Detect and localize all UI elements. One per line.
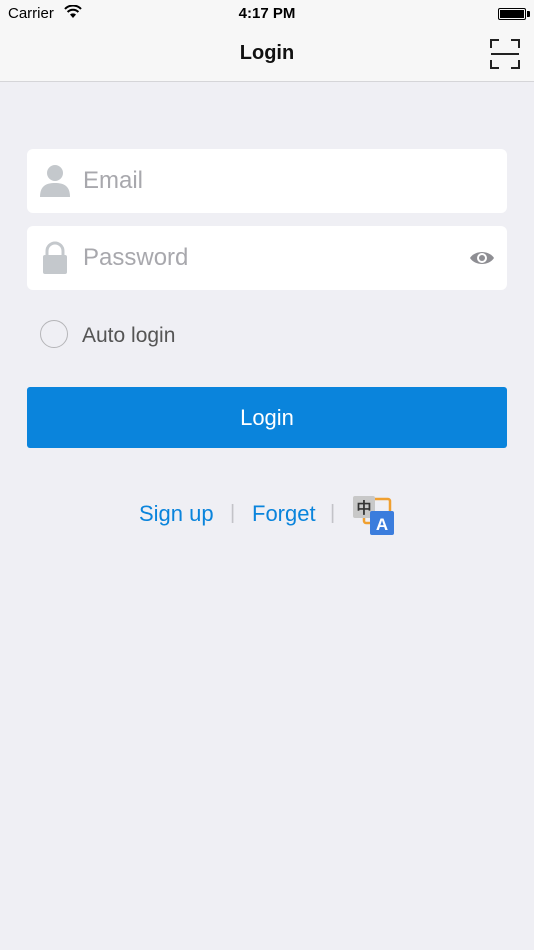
auto-login-radio[interactable] <box>40 320 68 348</box>
scan-icon[interactable] <box>490 39 520 69</box>
link-separator: | <box>330 502 336 524</box>
status-bar: Carrier 4:17 PM <box>0 0 534 28</box>
auto-login-label: Auto login <box>82 324 176 347</box>
link-separator: | <box>230 502 236 524</box>
email-field[interactable] <box>27 149 507 213</box>
eye-icon[interactable] <box>469 246 495 270</box>
battery-tip <box>527 11 530 17</box>
signup-link[interactable]: Sign up <box>139 501 214 527</box>
language-glyph-en: A <box>376 515 388 534</box>
battery-icon <box>498 8 526 20</box>
navigation-bar: Login <box>0 28 534 82</box>
page-title: Login <box>239 42 295 64</box>
forget-link[interactable]: Forget <box>252 501 316 527</box>
email-input[interactable] <box>83 149 453 213</box>
password-field[interactable] <box>27 226 507 290</box>
status-time: 4:17 PM <box>238 5 296 22</box>
user-icon <box>40 165 70 197</box>
language-glyph-cn: 中 <box>356 499 371 517</box>
lock-icon <box>43 241 67 274</box>
footer-links: Sign up | Forget | 中 A <box>0 496 534 536</box>
login-button[interactable]: Login <box>27 387 507 448</box>
password-input[interactable] <box>83 226 453 290</box>
language-icon[interactable]: 中 A <box>352 496 396 536</box>
